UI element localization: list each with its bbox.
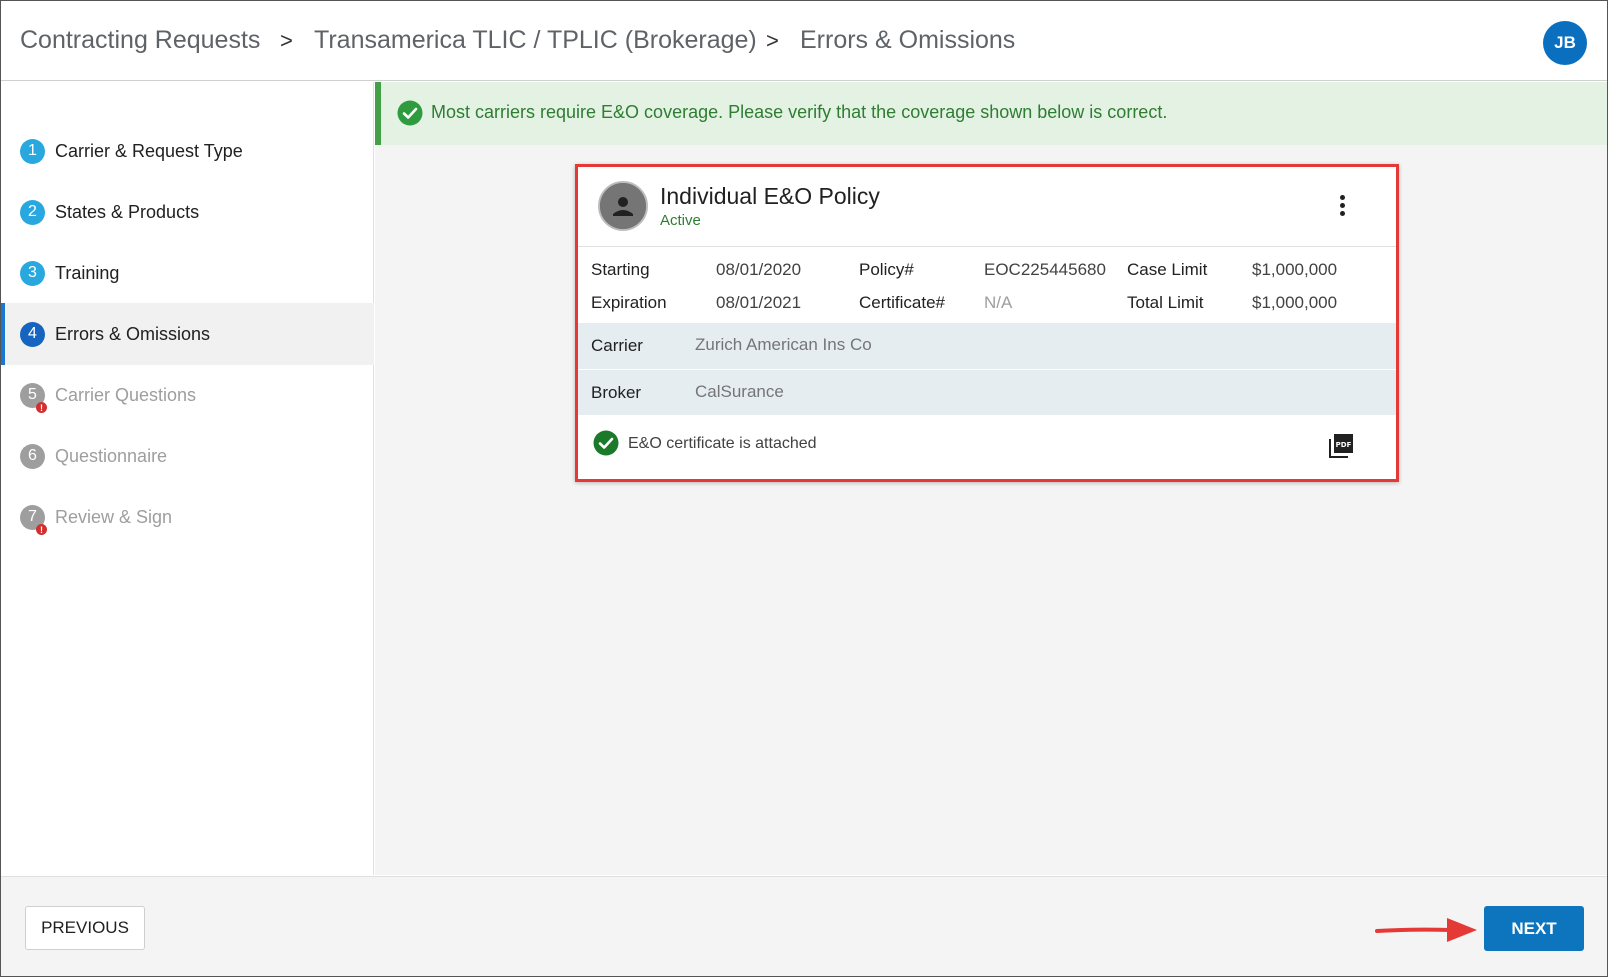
more-options-icon[interactable]: [1334, 195, 1350, 221]
policy-number-value: EOC225445680: [984, 260, 1106, 279]
total-limit-value: $1,000,000: [1252, 293, 1338, 312]
annotation-arrow-icon: [1371, 914, 1483, 953]
expiration-label: Expiration: [591, 293, 667, 312]
breadcrumb-contracting-requests[interactable]: Contracting Requests: [20, 26, 260, 55]
step-label: Errors & Omissions: [55, 323, 211, 344]
breadcrumb-separator: >: [766, 28, 779, 53]
step-errors-omissions[interactable]: 4 Errors & Omissions: [1, 303, 374, 365]
check-circle-icon: [593, 430, 619, 461]
previous-button[interactable]: PREVIOUS: [25, 906, 145, 950]
breadcrumb-separator: >: [280, 28, 293, 53]
broker-value: CalSurance: [695, 382, 784, 401]
eo-policy-card: Individual E&O Policy Active Starting 08…: [575, 164, 1399, 482]
broker-label: Broker: [591, 383, 642, 402]
step-number-badge: 1: [20, 138, 45, 164]
step-label: Review & Sign: [55, 506, 173, 527]
step-label: Training: [55, 262, 120, 283]
person-icon: [598, 181, 648, 231]
step-label: Carrier & Request Type: [55, 140, 243, 161]
footer-bar: PREVIOUS NEXT: [1, 876, 1607, 976]
error-alert-icon: !: [36, 402, 47, 413]
next-button[interactable]: NEXT: [1484, 906, 1584, 951]
check-circle-icon: [397, 100, 423, 131]
policy-number-label: Policy#: [859, 260, 914, 279]
main-content: Most carriers require E&O coverage. Plea…: [375, 82, 1607, 875]
step-carrier-questions[interactable]: 5 ! Carrier Questions: [1, 364, 374, 426]
step-number-badge: 2: [20, 199, 45, 225]
step-review-sign[interactable]: 7 ! Review & Sign: [1, 486, 374, 548]
starting-value: 08/01/2020: [716, 260, 802, 279]
wizard-steps-sidebar: 1 Carrier & Request Type 2 States & Prod…: [1, 82, 374, 875]
policy-row-dates-1: Starting 08/01/2020 Policy# EOC225445680…: [578, 253, 1396, 287]
policy-row-dates-2: Expiration 08/01/2021 Certificate# N/A T…: [578, 287, 1396, 321]
step-label: Carrier Questions: [55, 384, 197, 405]
carrier-value: Zurich American Ins Co: [695, 335, 872, 354]
broker-row: Broker CalSurance: [578, 369, 1396, 415]
certificate-label: Certificate#: [859, 293, 945, 312]
pdf-download-icon[interactable]: PDF: [1328, 433, 1354, 459]
starting-label: Starting: [591, 260, 650, 279]
step-states-products[interactable]: 2 States & Products: [1, 181, 374, 243]
case-limit-label: Case Limit: [1127, 260, 1208, 279]
pdf-icon-text: PDF: [1336, 441, 1352, 449]
carrier-label: Carrier: [591, 336, 643, 355]
step-number-badge: 4: [20, 321, 45, 347]
carrier-row: Carrier Zurich American Ins Co: [578, 323, 1396, 369]
step-number-badge: 6: [20, 443, 45, 469]
header: Contracting Requests > Transamerica TLIC…: [1, 1, 1607, 81]
info-banner: Most carriers require E&O coverage. Plea…: [375, 82, 1607, 145]
banner-message: Most carriers require E&O coverage. Plea…: [431, 102, 1168, 122]
policy-status: Active: [660, 212, 701, 229]
certificate-value: N/A: [984, 293, 1013, 312]
step-carrier-request-type[interactable]: 1 Carrier & Request Type: [1, 120, 374, 182]
attachment-status: E&O certificate is attached: [628, 435, 817, 452]
total-limit-label: Total Limit: [1127, 293, 1204, 312]
step-label: States & Products: [55, 201, 200, 222]
breadcrumb-carrier[interactable]: Transamerica TLIC / TPLIC (Brokerage): [314, 26, 757, 55]
policy-card-header: Individual E&O Policy Active: [578, 167, 1396, 247]
policy-title: Individual E&O Policy: [660, 183, 880, 209]
case-limit-value: $1,000,000: [1252, 260, 1338, 279]
expiration-value: 08/01/2021: [716, 293, 802, 312]
step-label: Questionnaire: [55, 445, 168, 466]
user-avatar[interactable]: JB: [1543, 21, 1587, 65]
error-alert-icon: !: [36, 524, 47, 535]
step-training[interactable]: 3 Training: [1, 242, 374, 304]
step-number-badge: 3: [20, 260, 45, 286]
step-questionnaire[interactable]: 6 Questionnaire: [1, 425, 374, 487]
breadcrumb-current-page: Errors & Omissions: [800, 26, 1016, 54]
